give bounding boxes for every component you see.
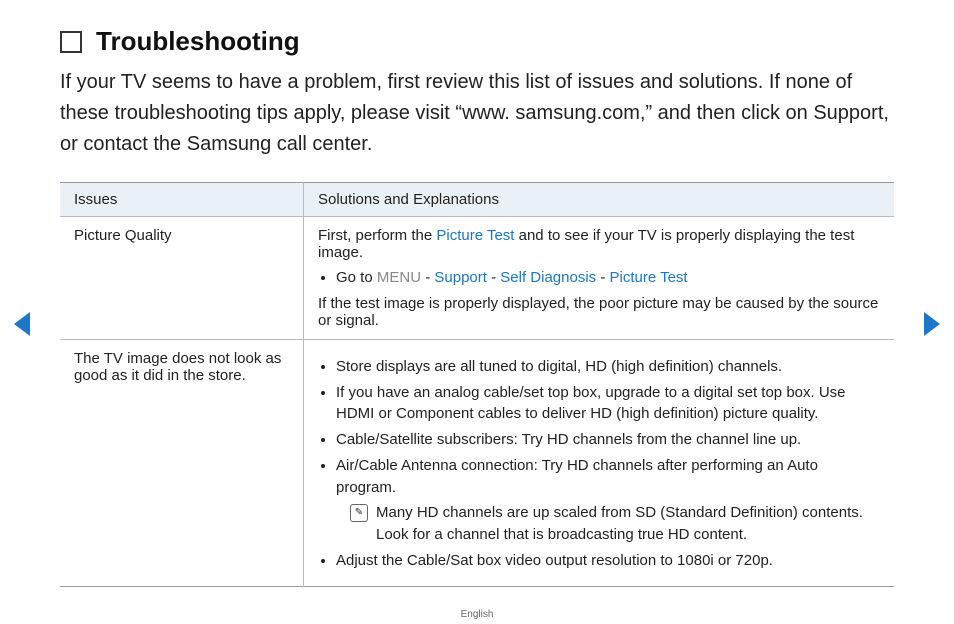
solution-cell: First, perform the Picture Test and to s… [304,217,895,340]
note-icon: ✎ [350,504,368,522]
heading-text: Troubleshooting [96,26,300,57]
text: First, perform the [318,227,436,244]
troubleshooting-table: Issues Solutions and Explanations Pictur… [60,182,894,587]
note: ✎ Many HD channels are up scaled from SD… [350,502,880,546]
picture-test-link[interactable]: Picture Test [610,269,688,286]
picture-test-link[interactable]: Picture Test [436,227,514,244]
menu-label: MENU [377,269,421,286]
text: Air/Cable Antenna connection: Try HD cha… [336,457,818,496]
list-item: Store displays are all tuned to digital,… [336,356,880,378]
footer-language: English [0,609,954,620]
chevron-right-icon [924,312,940,336]
next-page-button[interactable] [924,312,940,336]
page: Troubleshooting If your TV seems to have… [0,0,954,624]
solution-trail: If the test image is properly displayed,… [318,295,880,329]
col-solutions-header: Solutions and Explanations [304,183,895,217]
col-issues-header: Issues [60,183,304,217]
menu-path-item: Go to MENU - Support - Self Diagnosis - … [336,267,880,289]
list-item: If you have an analog cable/set top box,… [336,382,880,426]
text: - [421,269,434,286]
support-link[interactable]: Support [434,269,487,286]
list-item: Adjust the Cable/Sat box video output re… [336,550,880,572]
square-icon [60,31,82,53]
issue-cell: The TV image does not look as good as it… [60,339,304,586]
table-row: Picture Quality First, perform the Pictu… [60,217,894,340]
chevron-left-icon [14,312,30,336]
text: - [596,269,609,286]
list-item: Air/Cable Antenna connection: Try HD cha… [336,455,880,546]
list-item: Cable/Satellite subscribers: Try HD chan… [336,429,880,451]
page-heading: Troubleshooting [60,26,894,57]
table-row: The TV image does not look as good as it… [60,339,894,586]
prev-page-button[interactable] [14,312,30,336]
text: Go to [336,269,377,286]
intro-paragraph: If your TV seems to have a problem, firs… [60,67,894,160]
solution-cell: Store displays are all tuned to digital,… [304,339,895,586]
text: - [487,269,500,286]
self-diagnosis-link[interactable]: Self Diagnosis [500,269,596,286]
solution-lead: First, perform the Picture Test and to s… [318,227,880,261]
note-text: Many HD channels are up scaled from SD (… [376,502,880,546]
issue-cell: Picture Quality [60,217,304,340]
